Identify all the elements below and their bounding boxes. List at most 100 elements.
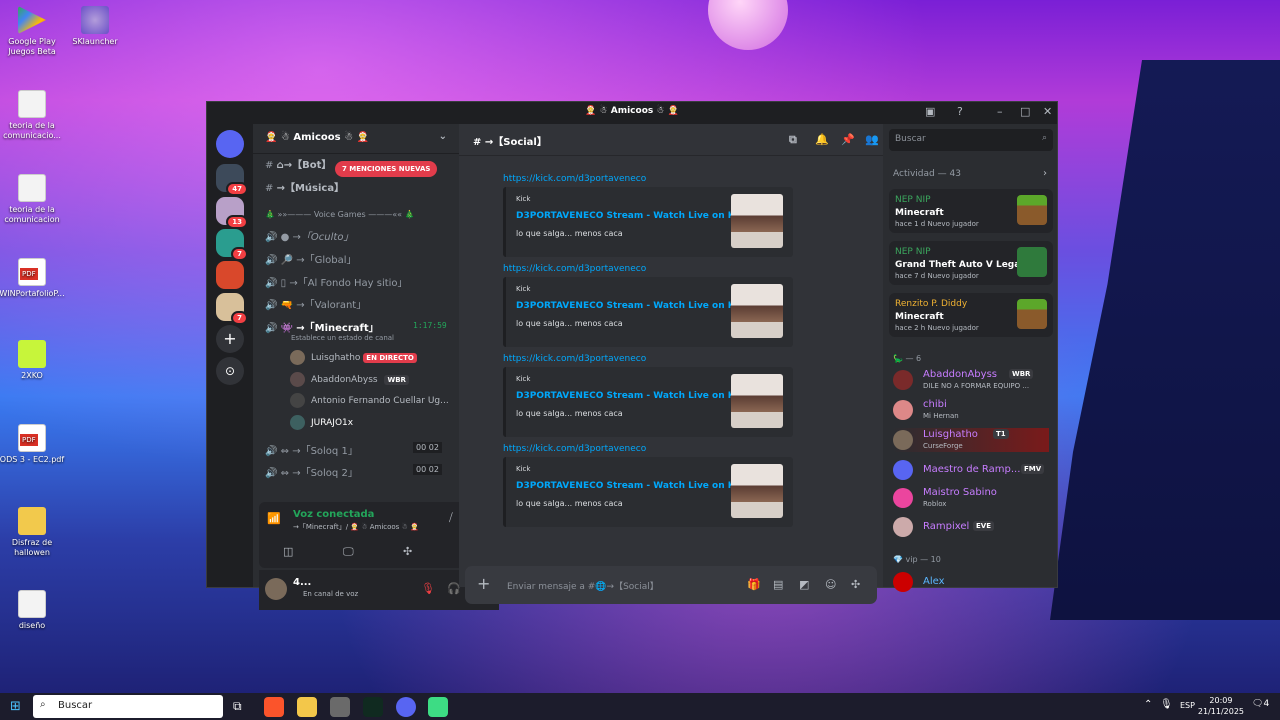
desktop-icon-pdf[interactable]: ODS 3 - EC2.pdf [0, 424, 67, 465]
screen-share-icon[interactable]: 🖵 [343, 545, 354, 559]
avatar [893, 370, 913, 390]
message-input[interactable]: + Enviar mensaje a #🌐→【Social】 🎁 ▤ ◩ ☺ ✣ [465, 566, 877, 604]
pin-icon[interactable]: 📌 [841, 133, 855, 146]
embed-title[interactable]: D3PORTAVENECO Stream - Watch Live on Kic… [516, 301, 749, 311]
new-mentions-pill[interactable]: 7 MENCIONES NUEVAS [335, 161, 438, 177]
chevron-up-icon[interactable]: ⌃ [1144, 699, 1152, 710]
voice-channel-al-fondo[interactable]: 🔊 ▯ →「Al Fondo Hay sitio」 [265, 274, 408, 289]
search-input[interactable]: Buscar ⌕ [889, 129, 1053, 151]
voice-category[interactable]: 🎄 »»——— Voice Games ———«« 🎄 [265, 210, 415, 219]
desktop-icon-folder[interactable]: Disfraz de hallowen [0, 507, 67, 558]
terminal-icon[interactable] [363, 697, 383, 717]
chevron-right-icon[interactable]: › [1043, 168, 1047, 179]
desktop-icon-file[interactable]: teoria de la comunicacion [0, 174, 67, 225]
message-link[interactable]: https://kick.com/d3portaveneco [503, 264, 646, 274]
voice-channel-valorant[interactable]: 🔊 🔫 →「Valorant」 [265, 296, 366, 311]
message-link[interactable]: https://kick.com/d3portaveneco [503, 174, 646, 184]
desktop-icon-file[interactable]: diseño [0, 590, 67, 631]
server-icon[interactable]: 7 [216, 293, 248, 325]
voice-channel-minecraft[interactable]: 🔊 👾 →「Minecraft」 [265, 319, 379, 334]
avatar [893, 430, 913, 450]
discord-home-icon[interactable] [216, 130, 244, 158]
voice-user[interactable]: Luisghatho EN DIRECTO [290, 350, 417, 365]
embed-thumbnail[interactable] [731, 284, 783, 338]
threads-icon[interactable]: ⧉ [789, 133, 797, 147]
add-attachment-icon[interactable]: + [477, 574, 490, 593]
avatar [893, 572, 913, 592]
app-icon[interactable] [330, 697, 350, 717]
channel-musica[interactable]: # →【Música】 [265, 179, 344, 194]
avatar [290, 350, 305, 365]
desktop-icon-google-play[interactable]: Google Play Juegos Beta [0, 6, 67, 57]
taskbar-search[interactable]: ⌕ Buscar [33, 695, 223, 718]
desktop-icon-file[interactable]: teoria de la comunicacio... [0, 90, 67, 141]
microphone-icon[interactable]: 🎙 [1160, 699, 1173, 710]
search-icon: ⌕ [40, 699, 46, 710]
desktop-icon-sklauncher[interactable]: SKlauncher [60, 6, 130, 47]
voice-channel-global[interactable]: 🔊 🔎 →「Global」 [265, 251, 357, 266]
server-icon[interactable]: 47 [216, 164, 248, 196]
server-icon[interactable]: 7 [216, 229, 248, 261]
embed-thumbnail[interactable] [731, 464, 783, 518]
notification-icon[interactable]: 🗨4 [1252, 699, 1269, 709]
member-list-icon[interactable]: 👥 [865, 133, 879, 146]
help-icon[interactable]: ? [957, 105, 963, 118]
voice-channel-soloq2[interactable]: 🔊 ⇔ →「Soloq 2」 [265, 464, 358, 479]
activities-icon[interactable]: ✣ [403, 545, 412, 558]
brave-icon[interactable] [264, 697, 284, 717]
activity-card[interactable]: NEP NIP Grand Theft Auto V Legacy hace 7 d… [889, 241, 1053, 285]
discover-icon[interactable]: ⊙ [216, 357, 244, 385]
minimize-button[interactable]: – [997, 105, 1003, 118]
activity-header[interactable]: Actividad — 43 [893, 169, 961, 179]
apps-icon[interactable]: ✣ [851, 578, 860, 591]
noise-suppression-icon[interactable]: ⧸ [449, 511, 453, 525]
android-icon[interactable] [428, 697, 448, 717]
gta-icon [1017, 247, 1047, 277]
channel-bot[interactable]: # ⌂→【Bot】 [265, 156, 331, 171]
voice-channel-oculto[interactable]: 🔊 ● →「Oculto」 [265, 228, 353, 243]
embed-title[interactable]: D3PORTAVENECO Stream - Watch Live on Kic… [516, 481, 749, 491]
emoji-icon[interactable]: ☺ [825, 578, 836, 591]
voice-user[interactable]: JURAJO1x [290, 415, 353, 430]
username[interactable]: 4... [293, 577, 311, 588]
chevron-down-icon: ⌄ [438, 131, 447, 142]
gift-icon[interactable]: 🎁 [747, 578, 761, 591]
inbox-icon[interactable]: ▣ [925, 105, 935, 118]
embed-thumbnail[interactable] [731, 374, 783, 428]
gif-icon[interactable]: ▤ [773, 578, 783, 591]
embed-title[interactable]: D3PORTAVENECO Stream - Watch Live on Kic… [516, 391, 749, 401]
maximize-button[interactable]: □ [1020, 105, 1030, 118]
server-header[interactable]: 🤶 ☃ Amicoos ☃ 🤶 ⌄ [253, 124, 459, 154]
add-server-icon[interactable]: + [216, 325, 244, 353]
file-explorer-icon[interactable] [297, 697, 317, 717]
close-button[interactable]: ✕ [1043, 105, 1052, 118]
avatar[interactable] [265, 578, 287, 600]
embed-title[interactable]: D3PORTAVENECO Stream - Watch Live on Kic… [516, 211, 749, 221]
discord-icon[interactable] [396, 697, 416, 717]
desktop-icon-2xko[interactable]: 2XKO [0, 340, 67, 381]
channel-status[interactable]: Establece un estado de canal [291, 334, 394, 342]
member-item[interactable]: Luisghatho T1 CurseForge [893, 428, 1049, 452]
mic-muted-icon[interactable]: 🎙 [421, 582, 435, 595]
user-limit-counter: 00 02 [413, 442, 442, 453]
language-indicator[interactable]: ESP [1180, 701, 1195, 710]
voice-user[interactable]: AbaddonAbyss WBR [290, 372, 409, 387]
server-icon[interactable]: 13 [216, 197, 248, 229]
message-link[interactable]: https://kick.com/d3portaveneco [503, 354, 646, 364]
camera-off-icon[interactable]: ◫ [283, 545, 293, 558]
desktop-icon-pdf[interactable]: WINPortafolioP... [0, 258, 67, 299]
server-icon[interactable] [216, 261, 244, 289]
windows-start-icon[interactable]: ⊞ [10, 699, 21, 714]
voice-channel-soloq1[interactable]: 🔊 ⇔ →「Soloq 1」 [265, 442, 358, 457]
voice-user[interactable]: Antonio Fernando Cuellar Ug... [290, 393, 449, 408]
bell-icon[interactable]: 🔔 [815, 133, 829, 146]
activity-card[interactable]: NEP NIP Minecraft hace 1 d Nuevo jugador [889, 189, 1053, 233]
activity-card[interactable]: Renzito P. Diddy Minecraft hace 2 h Nuevo … [889, 293, 1053, 337]
clock[interactable]: 20:09 21/11/2025 [1198, 695, 1244, 717]
task-view-icon[interactable]: ⧉ [233, 699, 242, 714]
embed-thumbnail[interactable] [731, 194, 783, 248]
message-link[interactable]: https://kick.com/d3portaveneco [503, 444, 646, 454]
voice-location[interactable]: →「Minecraft」/ 🤶 ☃ Amicoos ☃ 🤶 [293, 522, 419, 532]
sticker-icon[interactable]: ◩ [799, 578, 809, 591]
voice-status[interactable]: Voz conectada [293, 509, 374, 520]
